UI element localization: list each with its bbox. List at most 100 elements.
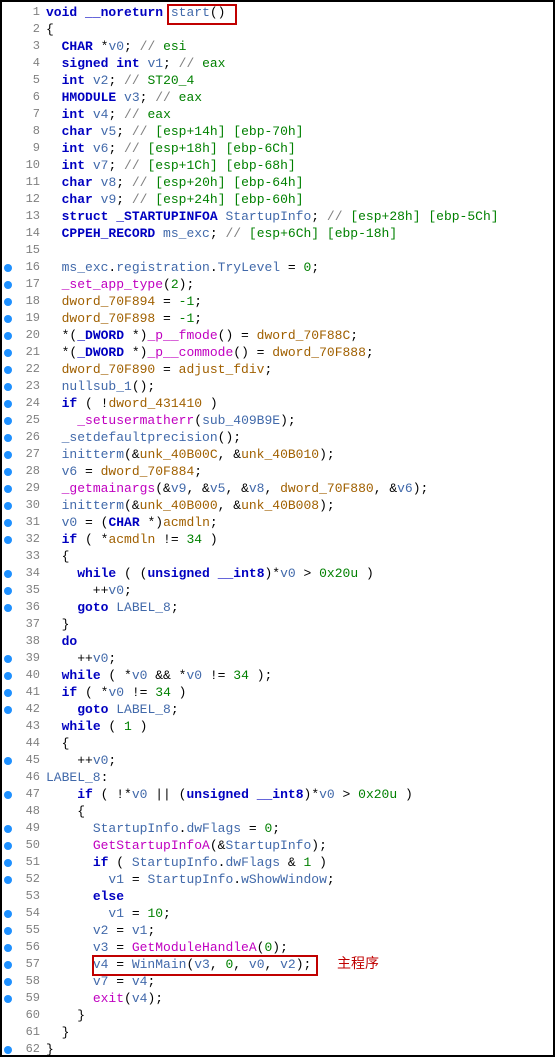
code-line[interactable]: 20 *(_DWORD *)_p__fmode() = dword_70F88C… [2,327,553,344]
code-text[interactable]: void __noreturn start() [44,4,553,21]
code-text[interactable]: GetStartupInfoA(&StartupInfo); [44,837,553,854]
code-text[interactable]: v6 = dword_70F884; [44,463,553,480]
code-line[interactable]: 1void __noreturn start() [2,4,553,21]
code-line[interactable]: 54 v1 = 10; [2,905,553,922]
code-text[interactable]: { [44,803,553,820]
breakpoint-gutter[interactable] [2,582,14,599]
breakpoint-gutter[interactable] [2,412,14,429]
breakpoint-gutter[interactable] [2,395,14,412]
code-text[interactable]: } [44,1007,553,1024]
code-line[interactable]: 57 v4 = WinMain(v3, 0, v0, v2); [2,956,553,973]
code-line[interactable]: 16 ms_exc.registration.TryLevel = 0; [2,259,553,276]
breakpoint-gutter[interactable] [2,480,14,497]
code-text[interactable]: v1 = 10; [44,905,553,922]
code-line[interactable]: 9 int v6; // [esp+18h] [ebp-6Ch] [2,140,553,157]
code-line[interactable]: 45 ++v0; [2,752,553,769]
code-line[interactable]: 15 [2,242,553,259]
breakpoint-gutter[interactable] [2,973,14,990]
code-line[interactable]: 13 struct _STARTUPINFOA StartupInfo; // … [2,208,553,225]
code-line[interactable]: 30 initterm(&unk_40B000, &unk_40B008); [2,497,553,514]
code-text[interactable]: CHAR *v0; // esi [44,38,553,55]
code-line[interactable]: 18 dword_70F894 = -1; [2,293,553,310]
code-text[interactable]: int v2; // ST20_4 [44,72,553,89]
code-text[interactable]: char v9; // [esp+24h] [ebp-60h] [44,191,553,208]
code-text[interactable]: if ( *acmdln != 34 ) [44,531,553,548]
code-line[interactable]: 49 StartupInfo.dwFlags = 0; [2,820,553,837]
code-text[interactable]: goto LABEL_8; [44,701,553,718]
code-text[interactable]: HMODULE v3; // eax [44,89,553,106]
code-line[interactable]: 21 *(_DWORD *)_p__commode() = dword_70F8… [2,344,553,361]
code-text[interactable]: } [44,616,553,633]
code-text[interactable]: } [44,1041,553,1057]
breakpoint-gutter[interactable] [2,446,14,463]
code-line[interactable]: 56 v3 = GetModuleHandleA(0); [2,939,553,956]
breakpoint-gutter[interactable] [2,276,14,293]
code-line[interactable]: 62} [2,1041,553,1057]
breakpoint-gutter[interactable] [2,293,14,310]
code-text[interactable]: initterm(&unk_40B000, &unk_40B008); [44,497,553,514]
breakpoint-gutter[interactable] [2,361,14,378]
breakpoint-gutter[interactable] [2,701,14,718]
code-text[interactable]: char v8; // [esp+20h] [ebp-64h] [44,174,553,191]
code-line[interactable]: 50 GetStartupInfoA(&StartupInfo); [2,837,553,854]
code-text[interactable]: dword_70F898 = -1; [44,310,553,327]
code-line[interactable]: 26 _setdefaultprecision(); [2,429,553,446]
code-line[interactable]: 39 ++v0; [2,650,553,667]
breakpoint-gutter[interactable] [2,497,14,514]
code-line[interactable]: 40 while ( *v0 && *v0 != 34 ); [2,667,553,684]
code-text[interactable]: ++v0; [44,582,553,599]
code-line[interactable]: 61 } [2,1024,553,1041]
code-line[interactable]: 8 char v5; // [esp+14h] [ebp-70h] [2,123,553,140]
code-text[interactable]: char v5; // [esp+14h] [ebp-70h] [44,123,553,140]
code-text[interactable]: *(_DWORD *)_p__fmode() = dword_70F88C; [44,327,553,344]
code-line[interactable]: 51 if ( StartupInfo.dwFlags & 1 ) [2,854,553,871]
code-text[interactable]: if ( !dword_431410 ) [44,395,553,412]
code-line[interactable]: 35 ++v0; [2,582,553,599]
code-text[interactable]: ms_exc.registration.TryLevel = 0; [44,259,553,276]
code-text[interactable]: v4 = WinMain(v3, 0, v0, v2); [44,956,553,973]
code-line[interactable]: 52 v1 = StartupInfo.wShowWindow; [2,871,553,888]
code-text[interactable]: { [44,21,553,38]
breakpoint-gutter[interactable] [2,752,14,769]
code-line[interactable]: 55 v2 = v1; [2,922,553,939]
code-line[interactable]: 25 _setusermatherr(sub_409B9E); [2,412,553,429]
code-text[interactable]: CPPEH_RECORD ms_exc; // [esp+6Ch] [ebp-1… [44,225,553,242]
code-line[interactable]: 23 nullsub_1(); [2,378,553,395]
code-line[interactable]: 37 } [2,616,553,633]
code-line[interactable]: 5 int v2; // ST20_4 [2,72,553,89]
code-line[interactable]: 28 v6 = dword_70F884; [2,463,553,480]
breakpoint-gutter[interactable] [2,327,14,344]
code-line[interactable]: 12 char v9; // [esp+24h] [ebp-60h] [2,191,553,208]
breakpoint-gutter[interactable] [2,1041,14,1057]
code-line[interactable]: 47 if ( !*v0 || (unsigned __int8)*v0 > 0… [2,786,553,803]
code-line[interactable]: 41 if ( *v0 != 34 ) [2,684,553,701]
code-line[interactable]: 4 signed int v1; // eax [2,55,553,72]
breakpoint-gutter[interactable] [2,837,14,854]
code-line[interactable]: 53 else [2,888,553,905]
code-text[interactable]: while ( (unsigned __int8)*v0 > 0x20u ) [44,565,553,582]
breakpoint-gutter[interactable] [2,599,14,616]
code-text[interactable]: _setusermatherr(sub_409B9E); [44,412,553,429]
breakpoint-gutter[interactable] [2,956,14,973]
code-line[interactable]: 32 if ( *acmdln != 34 ) [2,531,553,548]
code-text[interactable]: while ( 1 ) [44,718,553,735]
breakpoint-gutter[interactable] [2,463,14,480]
breakpoint-gutter[interactable] [2,786,14,803]
code-text[interactable]: v0 = (CHAR *)acmdln; [44,514,553,531]
code-line[interactable]: 6 HMODULE v3; // eax [2,89,553,106]
code-text[interactable]: struct _STARTUPINFOA StartupInfo; // [es… [44,208,553,225]
code-text[interactable]: LABEL_8: [44,769,553,786]
code-text[interactable]: v1 = StartupInfo.wShowWindow; [44,871,553,888]
code-line[interactable]: 2{ [2,21,553,38]
code-text[interactable]: int v7; // [esp+1Ch] [ebp-68h] [44,157,553,174]
code-text[interactable]: nullsub_1(); [44,378,553,395]
code-text[interactable]: int v6; // [esp+18h] [ebp-6Ch] [44,140,553,157]
code-text[interactable]: if ( *v0 != 34 ) [44,684,553,701]
code-text[interactable]: do [44,633,553,650]
code-line[interactable]: 29 _getmainargs(&v9, &v5, &v8, dword_70F… [2,480,553,497]
breakpoint-gutter[interactable] [2,990,14,1007]
code-line[interactable]: 38 do [2,633,553,650]
code-line[interactable]: 33 { [2,548,553,565]
code-text[interactable]: v2 = v1; [44,922,553,939]
code-line[interactable]: 27 initterm(&unk_40B00C, &unk_40B010); [2,446,553,463]
